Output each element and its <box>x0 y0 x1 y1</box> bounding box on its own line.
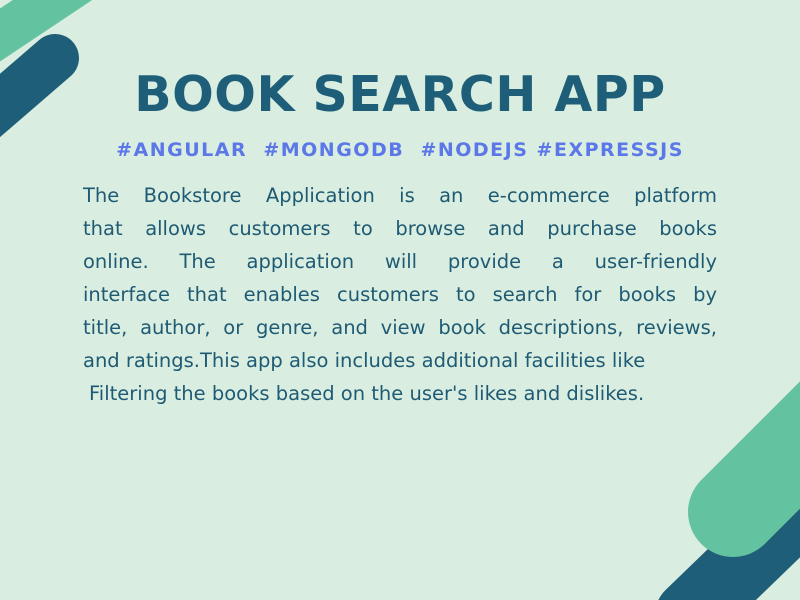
description-line: and ratings.This app also includes addit… <box>83 349 646 372</box>
tech-tags: #ANGULAR #MONGODB #NODEJS #EXPRESSJS <box>0 139 800 161</box>
tag-expressjs: #EXPRESSJS <box>536 139 684 161</box>
tag-angular: #ANGULAR <box>116 139 248 161</box>
page-title: BOOK SEARCH APP <box>134 66 666 123</box>
description-line: Filtering the books based on the user's … <box>89 382 645 405</box>
description-line: interface that enables customers to sear… <box>83 283 717 306</box>
tag-nodejs: #NODEJS <box>420 139 529 161</box>
description-line: online. The application will provide a u… <box>83 250 717 273</box>
description-line: that allows customers to browse and purc… <box>83 217 717 240</box>
description-line: title, author, or genre, and view book d… <box>83 316 717 339</box>
tag-mongodb: #MONGODB <box>263 139 405 161</box>
app-description: The Bookstore Application is an e-commer… <box>83 179 717 410</box>
slide-canvas: BOOK SEARCH APP #ANGULAR #MONGODB #NODEJ… <box>0 0 800 600</box>
description-line: The Bookstore Application is an e-commer… <box>83 184 717 207</box>
bottom-right-light-stripe <box>688 381 800 557</box>
